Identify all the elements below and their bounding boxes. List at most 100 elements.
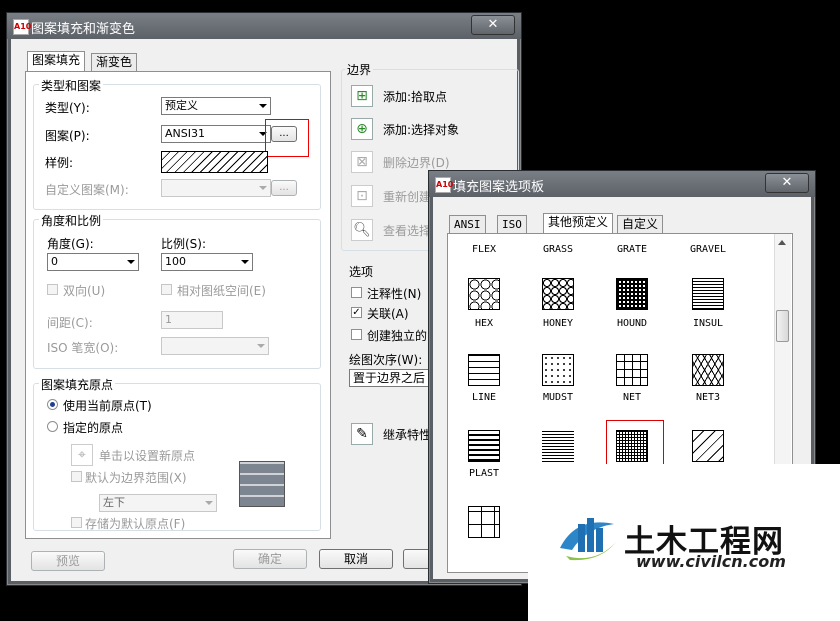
pattern-label: MUDST [542, 392, 574, 403]
relative-paper-checkbox[interactable] [161, 284, 172, 295]
associative-checkbox[interactable]: ✓ [351, 307, 362, 318]
angle-label: 角度(G): [47, 237, 94, 251]
type-value: 预定义 [165, 99, 198, 112]
type-label: 类型(Y): [45, 101, 90, 115]
current-origin-radio[interactable] [47, 399, 58, 410]
iso-pen-label: ISO 笔宽(O): [47, 341, 119, 355]
inherit-properties-label[interactable]: 继承特性 [383, 426, 431, 443]
chevron-down-icon [127, 260, 135, 264]
tab-ansi[interactable]: ANSI [449, 215, 486, 233]
options-title: 选项 [349, 265, 374, 279]
recreate-boundary-icon[interactable]: ⊡ [351, 185, 373, 207]
type-select[interactable]: 预定义 [161, 97, 271, 115]
default-extents-label: 默认为边界范围(X) [85, 471, 187, 485]
double-label: 双向(U) [63, 284, 106, 298]
tab-other-predefined[interactable]: 其他预定义 [543, 213, 614, 233]
close-icon[interactable]: ✕ [765, 173, 809, 193]
sample-label: 样例: [45, 156, 74, 170]
annotative-label: 注释性(N) [367, 287, 422, 301]
pattern-square[interactable] [468, 506, 500, 538]
pattern-label: FLEX [471, 244, 497, 255]
scale-value: 100 [165, 255, 186, 268]
angle-select[interactable]: 0 [47, 253, 139, 271]
position-select[interactable]: 左下 [99, 494, 217, 512]
pattern-value: ANSI31 [165, 127, 205, 140]
custom-pattern-label: 自定义图案(M): [45, 183, 129, 197]
pattern-hound[interactable] [616, 278, 648, 310]
inherit-properties-icon[interactable]: ✎ [351, 423, 373, 445]
selected-highlight-box [606, 420, 664, 470]
sample-swatch[interactable] [161, 151, 268, 173]
pattern-select[interactable]: ANSI31 [161, 125, 271, 143]
default-extents-checkbox[interactable] [71, 471, 82, 482]
pattern-mudst[interactable] [542, 354, 574, 386]
scroll-up-icon[interactable] [778, 240, 786, 245]
dialog-titlebar[interactable]: A10 图案填充和渐变色 ✕ [7, 13, 521, 39]
pattern-label: GRATE [616, 244, 648, 255]
pattern-line[interactable] [468, 354, 500, 386]
scroll-thumb[interactable] [776, 310, 789, 342]
highlight-box [265, 119, 309, 157]
logo-icon [556, 504, 620, 568]
tab-iso[interactable]: ISO [497, 215, 527, 233]
preview-button[interactable]: 预览 [31, 551, 105, 571]
associative-label: 关联(A) [367, 307, 409, 321]
specified-origin-radio[interactable] [47, 421, 58, 432]
pattern-plastI[interactable] [542, 430, 574, 462]
pattern-label: PLAST [468, 468, 500, 479]
custom-browse-button[interactable]: ... [271, 180, 297, 196]
pattern-honey[interactable] [542, 278, 574, 310]
click-origin-icon[interactable]: ⌖ [71, 444, 93, 466]
pick-points-icon[interactable]: ⊞ [351, 85, 373, 107]
select-objects-icon[interactable]: ⊕ [351, 118, 373, 140]
separate-hatches-checkbox[interactable] [351, 329, 362, 340]
pattern-label: GRAVEL [689, 244, 727, 255]
position-value: 左下 [103, 496, 125, 509]
dialog-title: 图案填充和渐变色 [31, 22, 136, 37]
scale-select[interactable]: 100 [161, 253, 253, 271]
chevron-down-icon [241, 260, 249, 264]
pattern-label: GRASS [542, 244, 574, 255]
iso-pen-select[interactable] [161, 337, 269, 355]
type-pattern-title: 类型和图案 [39, 77, 104, 94]
pattern-net3[interactable] [692, 354, 724, 386]
add-select-objects-label[interactable]: 添加:选择对象 [383, 121, 459, 138]
pattern-diagonal[interactable] [692, 430, 724, 462]
add-pick-points-label[interactable]: 添加:拾取点 [383, 88, 447, 105]
pattern-insul[interactable] [692, 278, 724, 310]
chevron-down-icon [259, 104, 267, 108]
view-selections-label[interactable]: 查看选择 [383, 222, 431, 239]
pattern-label: HONEY [542, 318, 574, 329]
remove-boundaries-icon[interactable]: ⊠ [351, 151, 373, 173]
scale-label: 比例(S): [161, 237, 207, 251]
remove-boundaries-label[interactable]: 删除边界(D) [383, 154, 450, 171]
current-origin-label: 使用当前原点(T) [63, 399, 152, 413]
close-icon[interactable]: ✕ [471, 15, 515, 35]
spacing-label: 间距(C): [47, 316, 93, 330]
pattern-label: NET [622, 392, 642, 403]
tab-custom[interactable]: 自定义 [617, 215, 664, 233]
double-checkbox[interactable] [47, 284, 58, 295]
palette-titlebar[interactable]: A10 填充图案选项板 ✕ [429, 171, 815, 197]
recreate-boundary-label[interactable]: 重新创建 [383, 188, 431, 205]
pattern-label: HEX [474, 318, 494, 329]
annotative-checkbox[interactable] [351, 287, 362, 298]
draw-order-value: 置于边界之后 [353, 371, 426, 385]
chevron-down-icon [205, 501, 213, 505]
tab-gradient[interactable]: 渐变色 [91, 53, 138, 71]
spacing-input[interactable]: 1 [161, 311, 223, 329]
app-icon: A10 [13, 19, 31, 35]
pattern-label: LINE [471, 392, 497, 403]
specified-origin-label: 指定的原点 [63, 421, 124, 435]
ok-button[interactable]: 确定 [233, 549, 307, 569]
store-default-checkbox[interactable] [71, 517, 82, 528]
tab-hatch[interactable]: 图案填充 [27, 51, 86, 71]
custom-pattern-select[interactable] [161, 179, 271, 197]
view-selections-icon[interactable]: 🔍︎ [351, 219, 373, 241]
pattern-plast[interactable] [468, 430, 500, 462]
pattern-hex[interactable] [468, 278, 500, 310]
draw-order-label: 绘图次序(W): [349, 353, 423, 367]
pattern-label: NET3 [695, 392, 721, 403]
cancel-button[interactable]: 取消 [319, 549, 393, 569]
pattern-net[interactable] [616, 354, 648, 386]
